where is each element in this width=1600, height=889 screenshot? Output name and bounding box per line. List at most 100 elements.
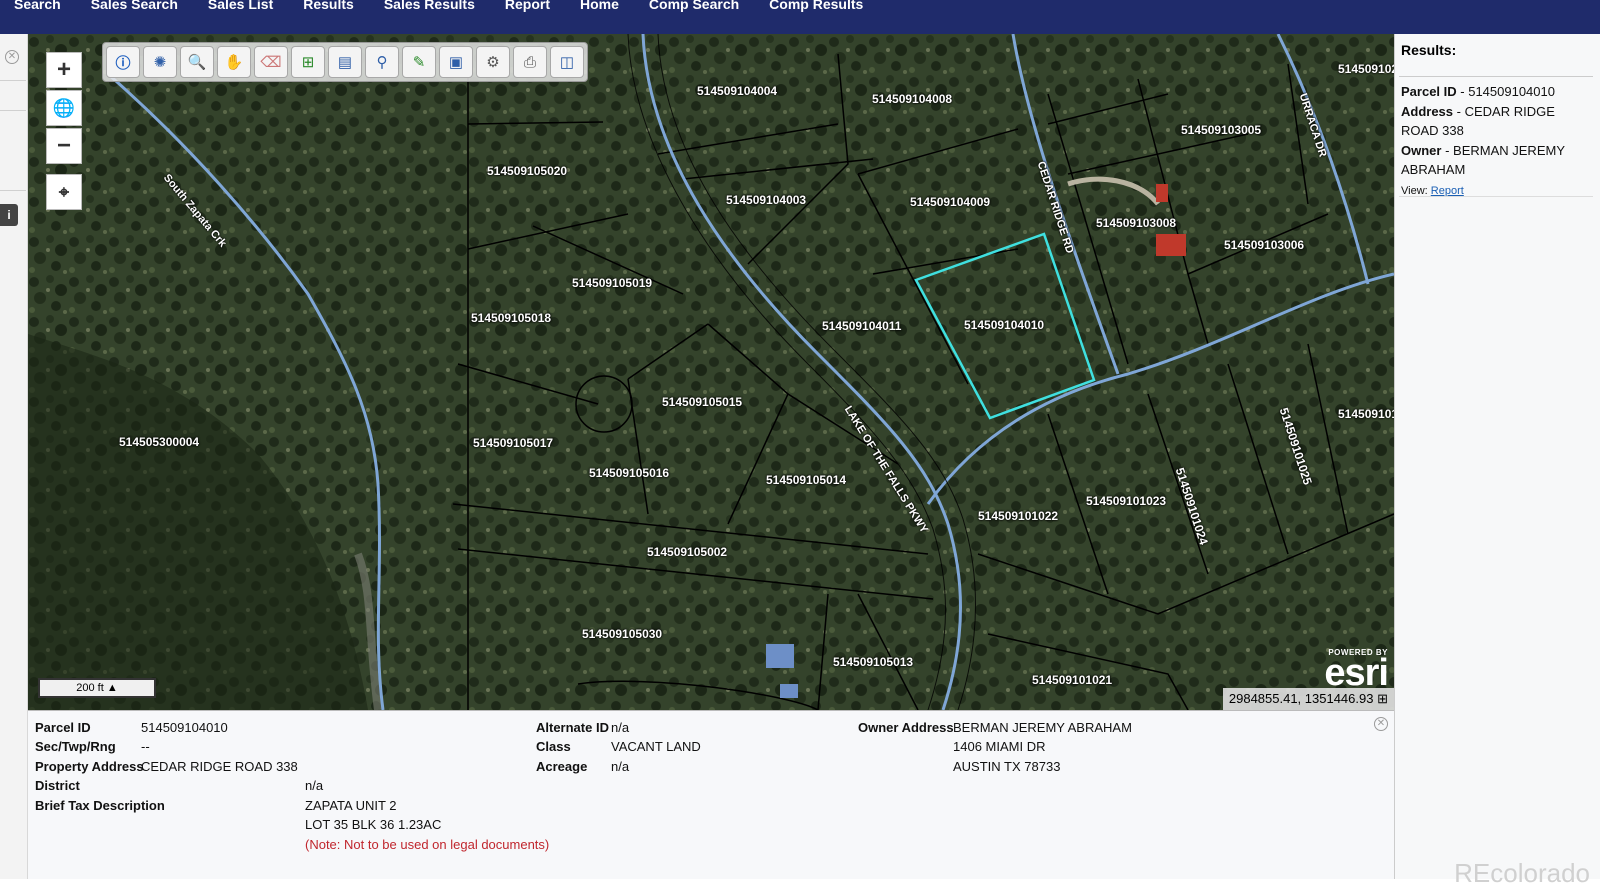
report-link[interactable]: Report xyxy=(1431,185,1464,197)
info-tab-icon[interactable]: i xyxy=(0,204,18,226)
scale-label: 200 ft xyxy=(76,682,104,694)
globe-icon[interactable]: 🌐 xyxy=(46,90,82,126)
parcel-label: 514509105013 xyxy=(833,655,914,669)
map-toolbar: ⓘ ✺ 🔍 ✋ ⌫ ⊞ ▤ ⚲ ✎ ▣ ⚙ ⎙ ◫ xyxy=(102,42,588,82)
result-parcel-value: 514509104010 xyxy=(1468,84,1555,99)
brief-tax-note: (Note: Not to be used on legal documents… xyxy=(305,837,550,852)
owner-line-1: BERMAN JEREMY ABRAHAM xyxy=(953,720,1132,735)
class-label: Class xyxy=(536,739,571,754)
parcel-label: 514509101026 xyxy=(1338,407,1394,421)
expand-icon[interactable]: ⊞ xyxy=(1377,691,1388,706)
parcel-label: 514509101022 xyxy=(978,509,1059,523)
parcel-label: 514509105018 xyxy=(471,311,552,325)
pan-hand-icon[interactable]: ✋ xyxy=(217,46,251,78)
close-icon[interactable]: ✕ xyxy=(5,50,19,64)
results-panel: Results: Parcel ID - 514509104010 Addres… xyxy=(1394,34,1600,888)
district-label: District xyxy=(35,778,80,793)
owner-address-label: Owner Address xyxy=(858,720,954,735)
property-address-label: Property Address xyxy=(35,759,144,774)
divider xyxy=(0,80,26,81)
nav-home[interactable]: Home xyxy=(580,0,619,12)
zoom-extent-icon[interactable]: ⚲ xyxy=(365,46,399,78)
divider xyxy=(1399,196,1593,197)
divider xyxy=(1399,76,1593,77)
nav-report[interactable]: Report xyxy=(505,0,550,12)
owner-line-3: AUSTIN TX 78733 xyxy=(953,759,1061,774)
full-extent-icon[interactable]: ▣ xyxy=(439,46,473,78)
divider xyxy=(0,110,26,111)
nav-results[interactable]: Results xyxy=(303,0,354,12)
alternate-id-label: Alternate ID xyxy=(536,720,609,735)
measure-icon[interactable]: ▤ xyxy=(328,46,362,78)
zoom-in-tool-icon[interactable]: 🔍 xyxy=(180,46,214,78)
result-owner-label: Owner xyxy=(1401,142,1442,158)
zoom-out-button[interactable]: − xyxy=(46,128,82,164)
result-address-label: Address xyxy=(1401,103,1454,119)
map-view[interactable]: 514509104004 514509104008 514509105020 5… xyxy=(28,34,1394,710)
locate-icon[interactable]: ⌖ xyxy=(46,174,82,210)
nav-search[interactable]: Search xyxy=(14,0,61,12)
esri-logo: POWERED BY esri xyxy=(1324,648,1389,694)
parcel-label: 514509104004 xyxy=(697,84,778,98)
eraser-icon[interactable]: ⌫ xyxy=(254,46,288,78)
parcel-info-panel: Parcel ID 514509104010 Sec/Twp/Rng -- Pr… xyxy=(28,710,1394,879)
add-layer-icon[interactable]: ⊞ xyxy=(291,46,325,78)
parcel-label: 514509105019 xyxy=(572,276,653,290)
selected-parcel-label: 514509104010 xyxy=(964,318,1045,332)
watermark-logo: REcolorado xyxy=(1454,858,1590,888)
esri-wordmark: esri xyxy=(1324,652,1389,694)
parcel-label: 514505300004 xyxy=(119,435,200,449)
nav-comp-results[interactable]: Comp Results xyxy=(769,0,863,12)
sec-twp-rng-value: -- xyxy=(141,739,150,754)
nav-comp-search[interactable]: Comp Search xyxy=(649,0,739,12)
parcel-label: 514509101023 xyxy=(1086,494,1167,508)
info-icon[interactable]: ⓘ xyxy=(106,46,140,78)
parcel-id-label: Parcel ID xyxy=(35,720,91,735)
close-icon[interactable]: ✕ xyxy=(1374,717,1388,731)
scale-bar: 200 ft ▲ xyxy=(38,678,156,698)
result-view-label: View: xyxy=(1401,184,1428,197)
parcel-label: 514509103005 xyxy=(1181,123,1262,137)
print-icon[interactable]: ⎙ xyxy=(513,46,547,78)
select-icon[interactable]: ✺ xyxy=(143,46,177,78)
alternate-id-value: n/a xyxy=(611,720,630,735)
brief-tax-label: Brief Tax Description xyxy=(35,798,165,813)
parcel-label: 514509101021 xyxy=(1032,673,1113,687)
brief-tax-line1: ZAPATA UNIT 2 xyxy=(305,798,397,813)
save-icon[interactable]: ◫ xyxy=(550,46,584,78)
property-address-value: CEDAR RIDGE ROAD 338 xyxy=(141,759,298,774)
parcel-label: 514509105016 xyxy=(589,466,670,480)
acreage-label: Acreage xyxy=(536,759,588,774)
left-panel-strip: ✕ i xyxy=(0,34,28,879)
parcel-label: 514509103006 xyxy=(1224,238,1305,252)
class-value: VACANT LAND xyxy=(611,739,701,754)
result-parcel-label: Parcel ID xyxy=(1401,84,1457,99)
owner-line-2: 1406 MIAMI DR xyxy=(953,739,1046,754)
parcel-id-value: 514509104010 xyxy=(141,720,228,735)
parcel-label: 514509105015 xyxy=(662,395,743,409)
results-title: Results: xyxy=(1401,42,1457,58)
settings-icon[interactable]: ⚙ xyxy=(476,46,510,78)
nav-sales-list[interactable]: Sales List xyxy=(208,0,273,12)
sec-twp-rng-label: Sec/Twp/Rng xyxy=(35,739,116,754)
brief-tax-line2: LOT 35 BLK 36 1.23AC xyxy=(305,817,442,832)
parcel-label: 514509102002 xyxy=(1338,62,1394,76)
parcel-label: 514509104009 xyxy=(910,195,991,209)
parcel-label: 514509104008 xyxy=(872,92,953,106)
nav-sales-results[interactable]: Sales Results xyxy=(384,0,475,12)
parcel-label: 514509105002 xyxy=(647,545,728,559)
parcel-label: 514509104003 xyxy=(726,193,807,207)
district-value: n/a xyxy=(305,778,324,793)
parcel-label: 514509103008 xyxy=(1096,216,1177,230)
zoom-in-button[interactable]: + xyxy=(46,52,82,88)
result-item[interactable]: Parcel ID - 514509104010 Address - CEDAR… xyxy=(1401,82,1571,201)
draw-pencil-icon[interactable]: ✎ xyxy=(402,46,436,78)
coordinate-display: 2984855.41, 1351446.93 ⊞ xyxy=(1222,688,1394,710)
nav-sales-search[interactable]: Sales Search xyxy=(91,0,178,12)
parcel-label: 514509105014 xyxy=(766,473,847,487)
acreage-value: n/a xyxy=(611,759,630,774)
coordinates-text: 2984855.41, 1351446.93 xyxy=(1228,691,1374,706)
parcel-label: 514509105030 xyxy=(582,627,663,641)
divider xyxy=(0,190,26,191)
parcel-label: 514509105017 xyxy=(473,436,554,450)
